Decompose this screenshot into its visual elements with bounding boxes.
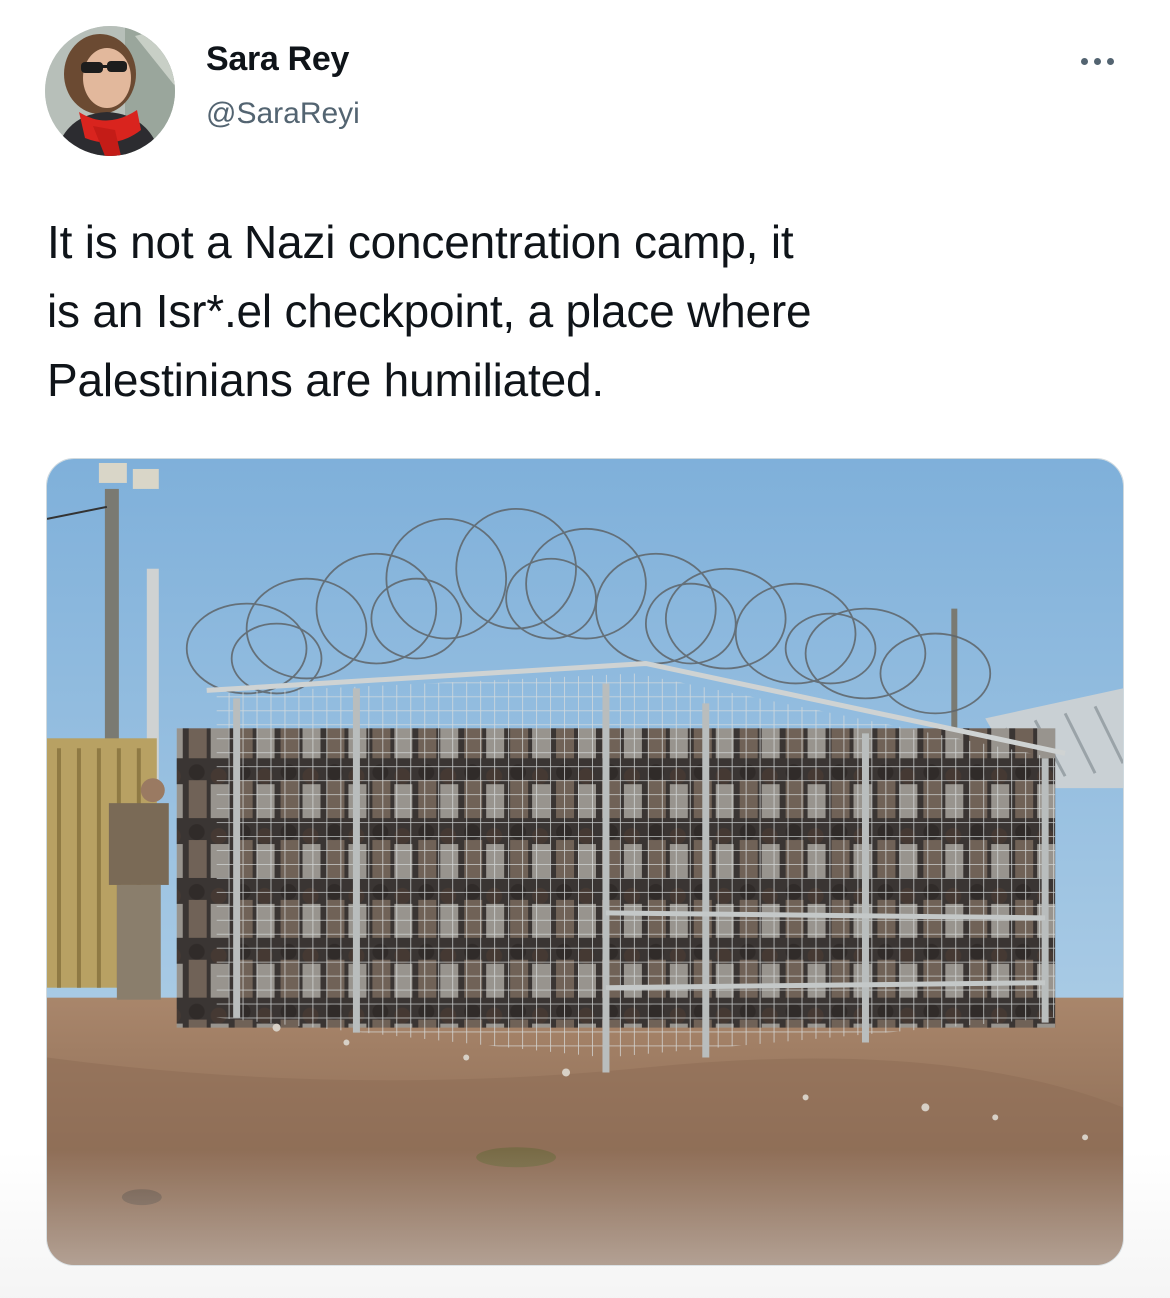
more-options-button[interactable] (1068, 44, 1126, 78)
avatar-image (45, 26, 175, 156)
author-name[interactable]: Sara Rey (206, 40, 349, 79)
tweet-text-line: It is not a Nazi concentration camp, it (47, 216, 794, 268)
photo-checkpoint-cage (47, 459, 1123, 1265)
author-handle[interactable]: @SaraReyi (206, 97, 360, 131)
author-avatar[interactable] (45, 26, 175, 156)
tweet-media-photo[interactable] (46, 458, 1124, 1266)
tweet-card: Sara Rey @SaraReyi It is not a Nazi conc… (0, 0, 1170, 1298)
tweet-text-line: is an Isr*.el checkpoint, a place where (47, 285, 812, 337)
more-horizontal-icon-dot (1106, 57, 1114, 65)
more-horizontal-icon-dot (1093, 57, 1101, 65)
more-horizontal-icon (1080, 57, 1088, 65)
tweet-text-line: Palestinians are humiliated. (47, 354, 604, 406)
tweet-text: It is not a Nazi concentration camp, it … (47, 208, 1137, 415)
